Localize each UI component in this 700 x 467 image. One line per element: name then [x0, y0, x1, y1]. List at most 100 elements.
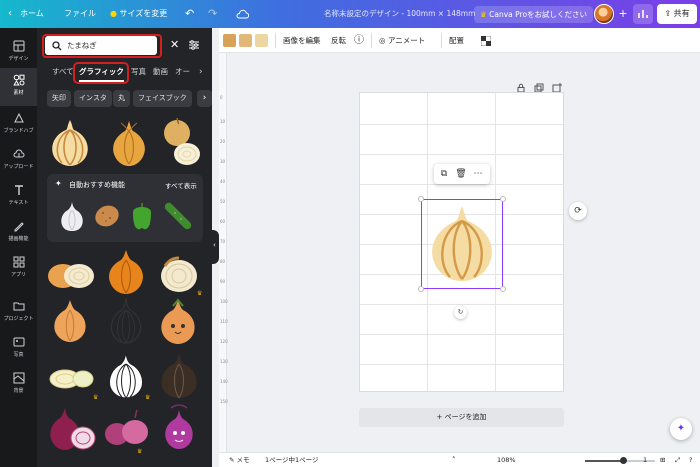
- filter-icon[interactable]: [188, 39, 200, 51]
- canva-pro-button[interactable]: ♛ Canva Proをお試しください: [474, 6, 594, 23]
- add-page-icon[interactable]: [552, 78, 562, 93]
- onion-graphic[interactable]: [47, 116, 93, 168]
- zoom-level[interactable]: 108%: [497, 453, 516, 467]
- redo-icon[interactable]: ↷: [208, 0, 217, 28]
- plus-icon[interactable]: +: [617, 8, 629, 20]
- selection-frame[interactable]: [421, 199, 503, 289]
- onion-graphic[interactable]: [45, 256, 97, 290]
- home-button[interactable]: ホーム: [20, 0, 44, 28]
- onion-graphic[interactable]: [157, 116, 203, 168]
- undo-icon[interactable]: ↶: [185, 0, 194, 28]
- ruler-tick: 120: [220, 339, 228, 344]
- fullscreen-icon[interactable]: ⤢: [675, 453, 680, 467]
- chip-arrow[interactable]: 矢印: [47, 90, 71, 107]
- duplicate-icon[interactable]: ⧉: [438, 168, 450, 180]
- rail-item-draw[interactable]: 描画機能: [0, 214, 37, 252]
- vertical-ruler: 0 10 20 30 40 50 60 70 80 90 100 110 120…: [219, 53, 228, 453]
- chevron-up-icon[interactable]: ˄: [452, 453, 456, 467]
- ruler-tick: 20: [220, 139, 226, 144]
- onion-graphic[interactable]: [105, 296, 147, 346]
- rotate-handle-icon[interactable]: ↻: [454, 306, 467, 319]
- chip-insta[interactable]: インスタ: [74, 90, 112, 107]
- panel-collapse-button[interactable]: ‹: [212, 230, 219, 264]
- photo-icon: [13, 337, 24, 347]
- more-icon[interactable]: ⋯: [472, 168, 484, 180]
- resize-button[interactable]: ● サイズを変更: [110, 0, 167, 28]
- rail-item-background[interactable]: 背景: [0, 366, 37, 404]
- color-swatch[interactable]: [255, 34, 268, 47]
- rail-item-text[interactable]: テキスト: [0, 178, 37, 216]
- chevron-right-icon[interactable]: ›: [197, 90, 212, 107]
- file-menu[interactable]: ファイル: [64, 0, 96, 28]
- potato-graphic[interactable]: [93, 202, 121, 230]
- notes-icon: ✎: [229, 456, 235, 464]
- see-all-link[interactable]: すべて表示: [165, 180, 197, 190]
- onion-graphic[interactable]: [103, 248, 149, 296]
- resize-handle[interactable]: [500, 196, 506, 202]
- chevron-left-icon[interactable]: ‹: [8, 0, 12, 28]
- garlic-graphic[interactable]: [59, 200, 85, 232]
- analytics-button[interactable]: [633, 4, 653, 24]
- rail-item-apps[interactable]: アプリ: [0, 250, 37, 288]
- red-onion-character-graphic[interactable]: [157, 404, 201, 454]
- color-swatch[interactable]: [239, 34, 252, 47]
- red-onion-face-icon: [165, 404, 193, 449]
- transparency-icon[interactable]: [480, 28, 492, 53]
- cucumber-icon: [164, 202, 192, 230]
- document-title[interactable]: 名称未設定のデザイン - 100mm × 148mm: [324, 0, 475, 28]
- chip-facebook[interactable]: フェイスブック: [133, 90, 192, 107]
- zoom-slider-fill: [585, 460, 624, 462]
- resize-handle[interactable]: [418, 286, 424, 292]
- tab-videos[interactable]: 動画: [153, 64, 168, 80]
- onion-rings-graphic[interactable]: [47, 363, 95, 393]
- help-icon[interactable]: ?: [689, 453, 692, 467]
- rail-item-brand[interactable]: ブランドハブ: [0, 106, 37, 144]
- grid-view-icon[interactable]: ⊞: [660, 453, 665, 467]
- page-count-badge[interactable]: 1: [643, 453, 647, 467]
- color-swatch[interactable]: [223, 34, 236, 47]
- onion-graphic[interactable]: [155, 350, 203, 400]
- magic-sparkle-icon[interactable]: ✦: [670, 418, 692, 440]
- share-button[interactable]: ⇪ 共有: [657, 4, 697, 24]
- tab-audio[interactable]: オー: [175, 64, 190, 80]
- close-icon[interactable]: ✕: [170, 38, 179, 51]
- onion-graphic[interactable]: [103, 350, 149, 400]
- cucumber-graphic[interactable]: [163, 200, 193, 232]
- rail-item-photos[interactable]: 写真: [0, 330, 37, 368]
- upload-share-icon: ⇪: [664, 9, 672, 18]
- lock-icon[interactable]: [516, 78, 526, 93]
- red-onion-graphic[interactable]: [103, 408, 151, 452]
- rail-item-design[interactable]: デザイン: [0, 34, 37, 72]
- tab-all[interactable]: すべて: [52, 64, 74, 80]
- onion-graphic[interactable]: [155, 250, 203, 296]
- info-icon[interactable]: ⓘ: [354, 28, 364, 53]
- onion-graphic[interactable]: [49, 298, 91, 344]
- chip-circle[interactable]: 丸: [113, 90, 130, 107]
- duplicate-page-icon[interactable]: [534, 78, 544, 93]
- resize-handle[interactable]: [500, 286, 506, 292]
- rail-label: 写真: [13, 352, 24, 358]
- memo-button[interactable]: ✎ メモ: [229, 453, 250, 467]
- resize-handle[interactable]: [418, 196, 424, 202]
- red-onion-graphic[interactable]: [47, 404, 97, 454]
- rail-item-projects[interactable]: プロジェクト: [0, 294, 37, 332]
- bell-pepper-graphic[interactable]: [129, 200, 155, 232]
- rail-item-upload[interactable]: アップロード: [0, 142, 37, 180]
- add-page-button[interactable]: + ページを追加: [359, 408, 564, 427]
- zoom-slider-knob[interactable]: [620, 457, 627, 464]
- avatar[interactable]: [594, 4, 614, 24]
- onion-graphic[interactable]: [107, 118, 151, 168]
- auto-suggest-section: ✦ 自動おすすめ機能 すべて表示: [47, 174, 203, 242]
- animate-button[interactable]: ◎ アニメート: [379, 28, 425, 53]
- position-button[interactable]: 配置: [449, 28, 464, 53]
- rail-item-elements[interactable]: 素材: [0, 68, 37, 106]
- refresh-icon[interactable]: ⟳: [569, 202, 587, 220]
- flip-button[interactable]: 反転: [331, 28, 346, 53]
- edit-image-button[interactable]: 画像を編集: [283, 28, 321, 53]
- chevron-right-icon[interactable]: ›: [199, 64, 203, 80]
- red-onion-icon: [105, 409, 148, 445]
- ruler-tick: 50: [220, 199, 226, 204]
- trash-icon[interactable]: 🗑: [455, 168, 467, 180]
- onion-character-graphic[interactable]: [155, 298, 201, 346]
- tab-photos[interactable]: 写真: [131, 64, 146, 80]
